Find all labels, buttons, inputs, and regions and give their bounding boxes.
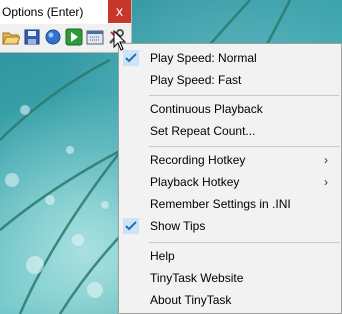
menu-item-about-tinytask[interactable]: About TinyTask [119,289,341,311]
checkmark-icon [123,50,139,66]
menu-item-label: Playback Hotkey [150,175,240,189]
menu-item-label: Set Repeat Count... [150,124,256,138]
menu-separator [149,146,339,147]
menu-item-set-repeat-count[interactable]: Set Repeat Count... [119,120,341,142]
toolbar [0,28,131,48]
options-context-menu: Play Speed: Normal Play Speed: Fast Cont… [118,43,342,314]
open-folder-icon[interactable] [2,28,20,46]
menu-item-recording-hotkey[interactable]: Recording Hotkey › [119,149,341,171]
menu-item-label: Show Tips [150,219,206,233]
compile-exe-icon[interactable] [86,28,104,46]
submenu-arrow-icon: › [324,153,328,167]
menu-item-remember-settings[interactable]: Remember Settings in .INI [119,193,341,215]
menu-item-label: Remember Settings in .INI [150,197,291,211]
menu-item-label: Play Speed: Normal [150,51,257,65]
submenu-arrow-icon: › [324,175,328,189]
menu-item-playback-hotkey[interactable]: Playback Hotkey › [119,171,341,193]
menu-item-continuous-playback[interactable]: Continuous Playback [119,98,341,120]
save-disk-icon[interactable] [23,28,41,46]
menu-item-help[interactable]: Help [119,245,341,267]
menu-item-label: Recording Hotkey [150,153,246,167]
checkmark-icon [123,218,139,234]
close-button[interactable]: x [108,0,131,23]
menu-separator [149,95,339,96]
menu-item-label: Help [150,249,175,263]
menu-item-play-speed-normal[interactable]: Play Speed: Normal [119,47,341,69]
menu-item-label: TinyTask Website [150,271,244,285]
mouse-pointer-icon [113,30,127,51]
title-bar[interactable]: Options (Enter) x [0,0,131,24]
menu-item-label: About TinyTask [150,293,232,307]
window-title: Options (Enter) [2,5,84,19]
record-icon[interactable] [44,28,62,46]
menu-separator [149,242,339,243]
menu-item-tinytask-website[interactable]: TinyTask Website [119,267,341,289]
menu-item-label: Play Speed: Fast [150,73,242,87]
menu-item-play-speed-fast[interactable]: Play Speed: Fast [119,69,341,91]
menu-item-show-tips[interactable]: Show Tips [119,215,341,237]
menu-item-label: Continuous Playback [150,102,263,116]
play-icon[interactable] [65,28,83,46]
